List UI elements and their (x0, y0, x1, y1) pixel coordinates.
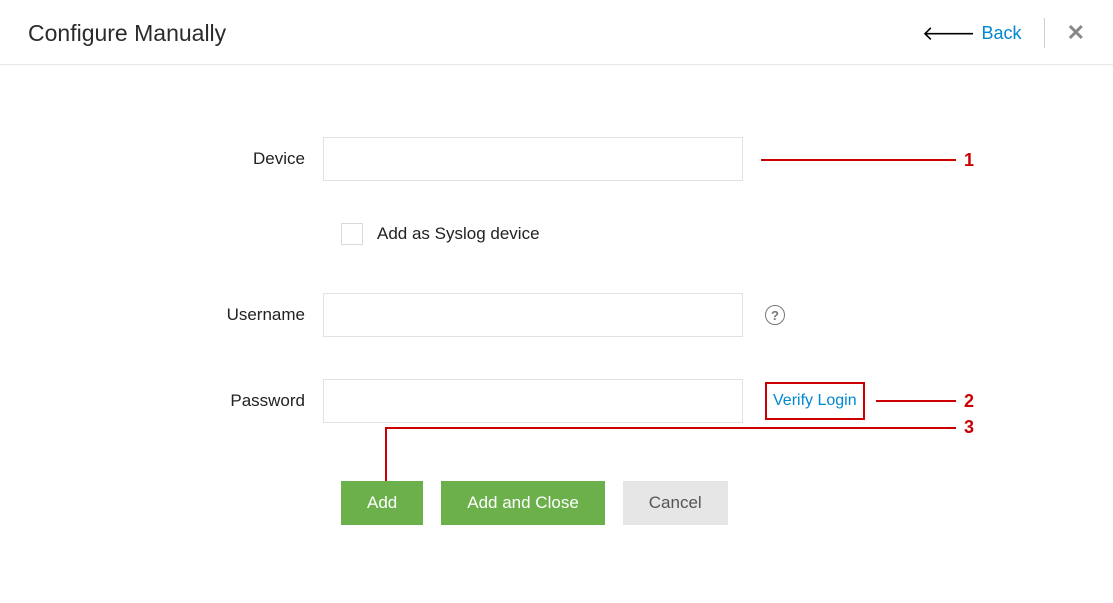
callout-1: 1 (964, 150, 974, 171)
back-link[interactable]: 🡐 Back (922, 21, 1022, 46)
divider (1044, 18, 1045, 48)
username-input[interactable] (323, 293, 743, 337)
username-label: Username (0, 305, 323, 325)
page-title: Configure Manually (28, 20, 226, 47)
callout-2: 2 (964, 391, 974, 412)
syslog-label: Add as Syslog device (377, 224, 540, 244)
password-label: Password (0, 391, 323, 411)
device-label: Device (0, 149, 323, 169)
cancel-button[interactable]: Cancel (623, 481, 728, 525)
add-and-close-button[interactable]: Add and Close (441, 481, 605, 525)
callout-3: 3 (964, 417, 974, 438)
header-actions: 🡐 Back ✕ (922, 18, 1085, 48)
verify-login-link[interactable]: Verify Login (765, 382, 865, 420)
help-icon[interactable]: ? (765, 305, 785, 325)
close-icon[interactable]: ✕ (1067, 22, 1085, 44)
add-button[interactable]: Add (341, 481, 423, 525)
back-label: Back (982, 23, 1022, 44)
syslog-checkbox[interactable] (341, 223, 363, 245)
back-arrow-icon: 🡐 (922, 21, 976, 46)
password-input[interactable] (323, 379, 743, 423)
device-input[interactable] (323, 137, 743, 181)
